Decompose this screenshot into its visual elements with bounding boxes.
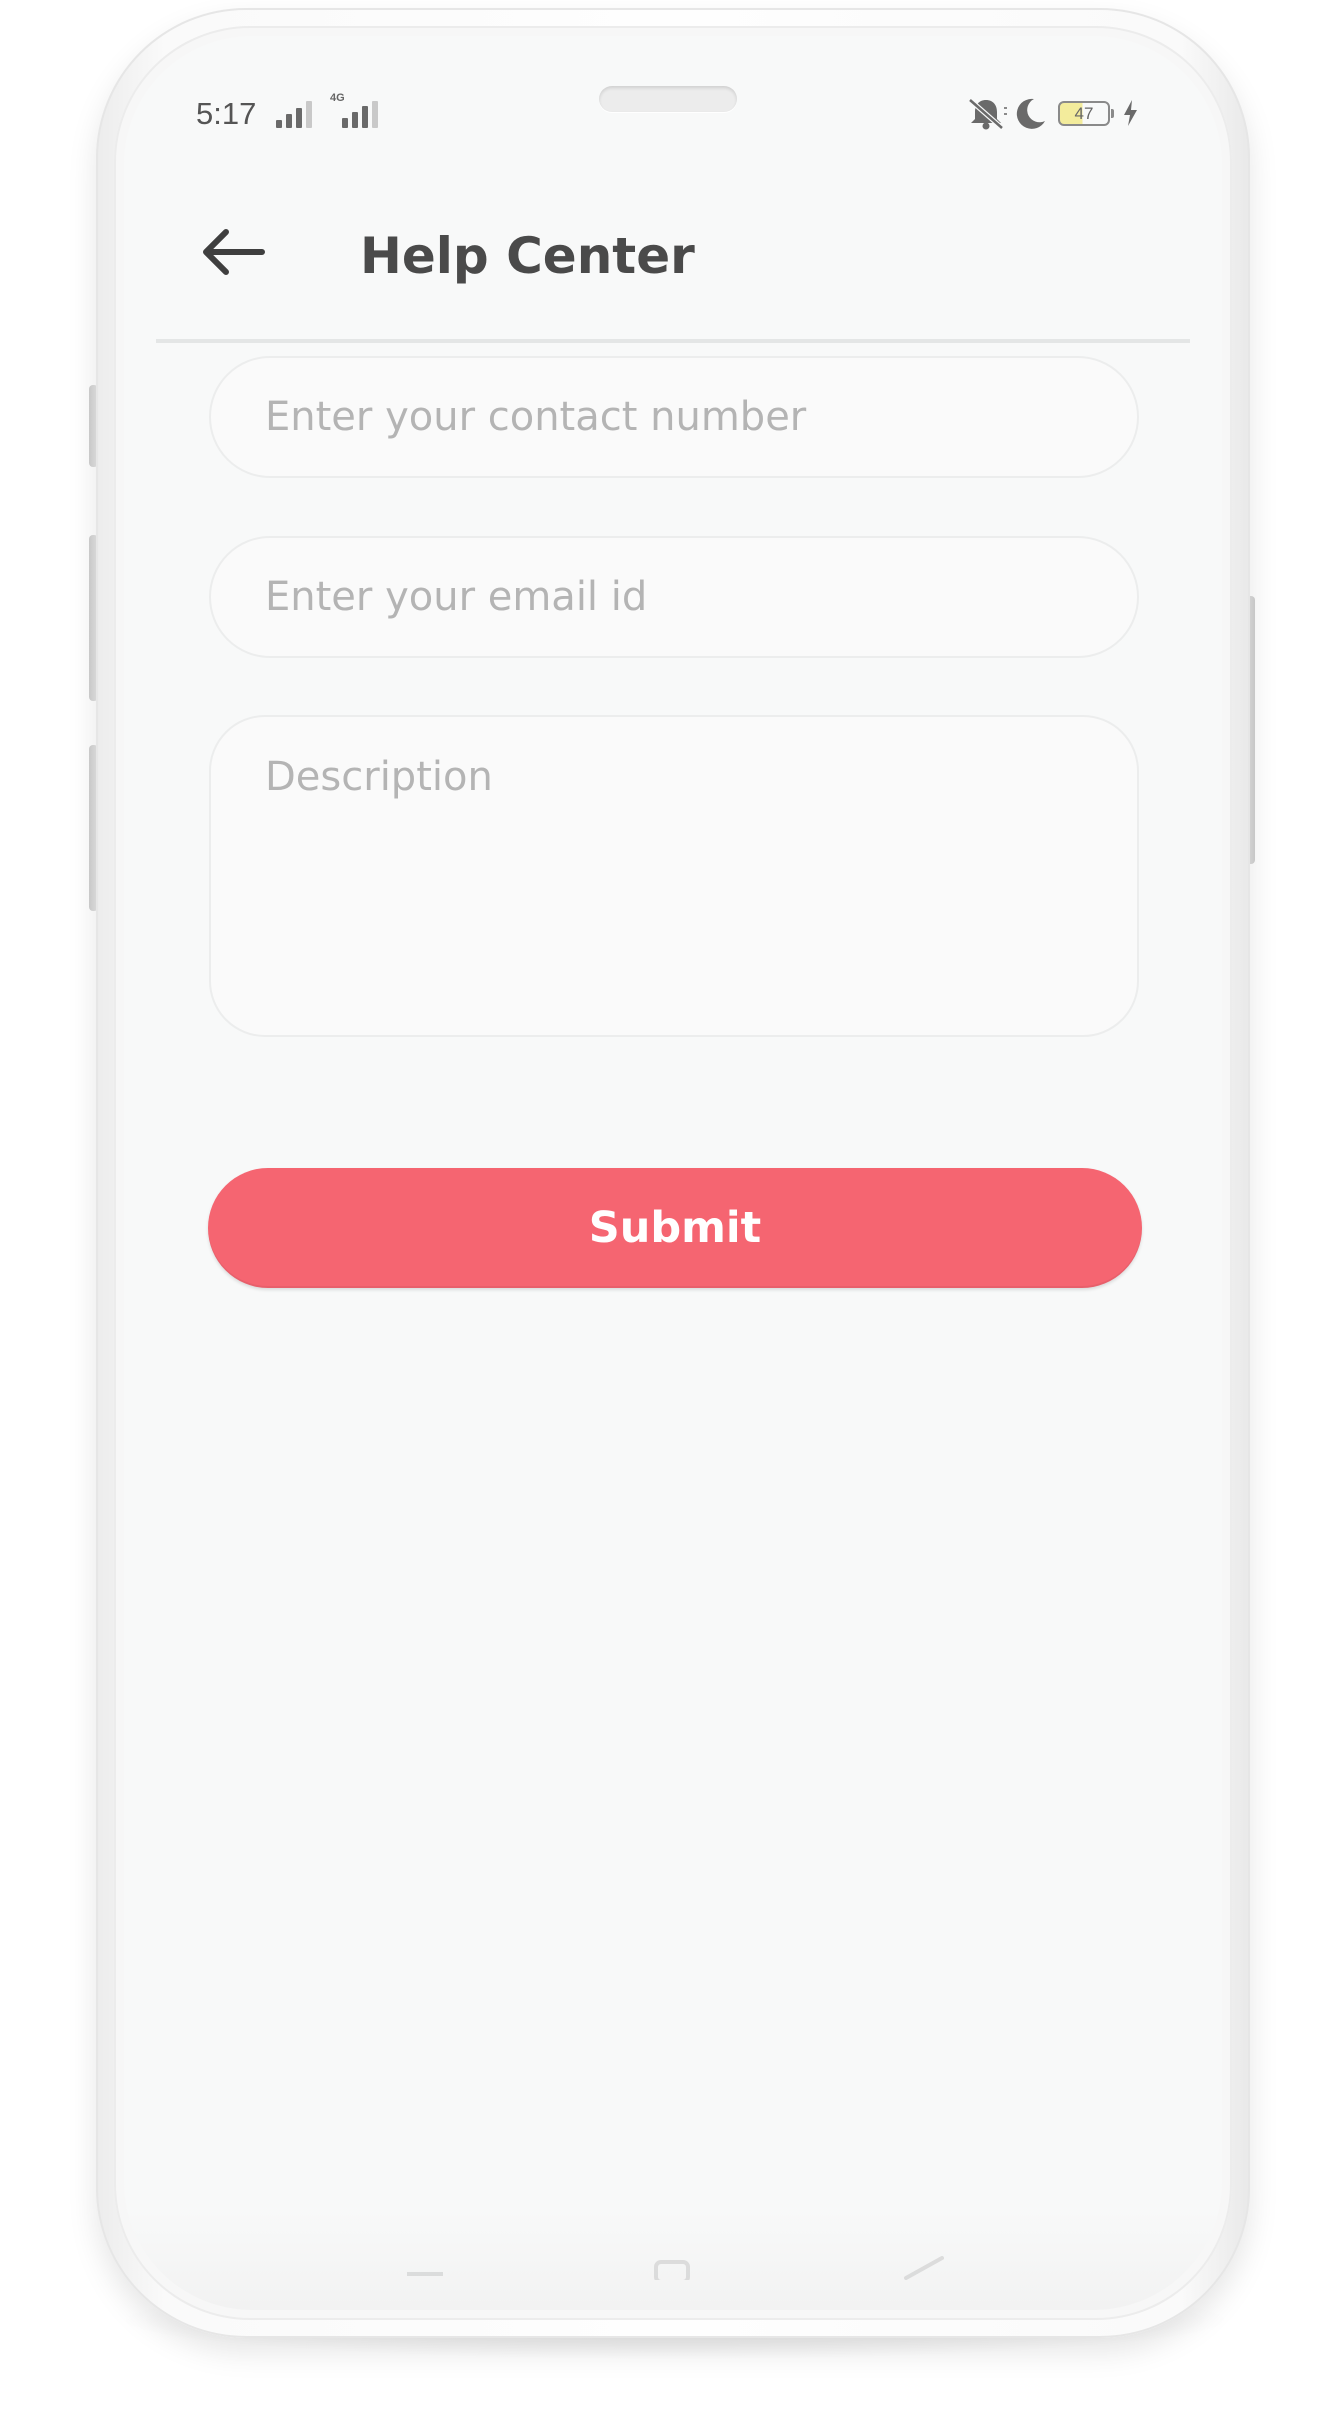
recents-nav-icon[interactable]	[405, 2264, 445, 2284]
back-button[interactable]	[198, 224, 268, 280]
back-nav-icon[interactable]	[902, 2256, 946, 2280]
status-time: 5:17	[196, 96, 257, 131]
description-textarea[interactable]	[209, 715, 1139, 1037]
app-bar: Help Center	[156, 158, 1190, 343]
home-nav-icon[interactable]	[652, 2258, 692, 2280]
charging-icon	[1124, 100, 1137, 126]
earpiece-speaker	[599, 86, 737, 112]
battery-icon: 47	[1058, 101, 1114, 126]
page-title: Help Center	[360, 227, 695, 285]
signal-icon	[276, 98, 312, 128]
do-not-disturb-icon	[1016, 98, 1045, 129]
contact-number-input[interactable]	[209, 356, 1139, 478]
battery-level: 47	[1074, 104, 1094, 123]
submit-button[interactable]: Submit	[208, 1168, 1142, 1288]
phone-screen: 5:17 4G 47 Help Center Enter your contac…	[124, 36, 1222, 2310]
signal-4g-icon	[342, 98, 378, 128]
mute-icon	[968, 98, 1007, 130]
email-input[interactable]	[209, 536, 1139, 658]
arrow-left-icon	[203, 229, 265, 275]
